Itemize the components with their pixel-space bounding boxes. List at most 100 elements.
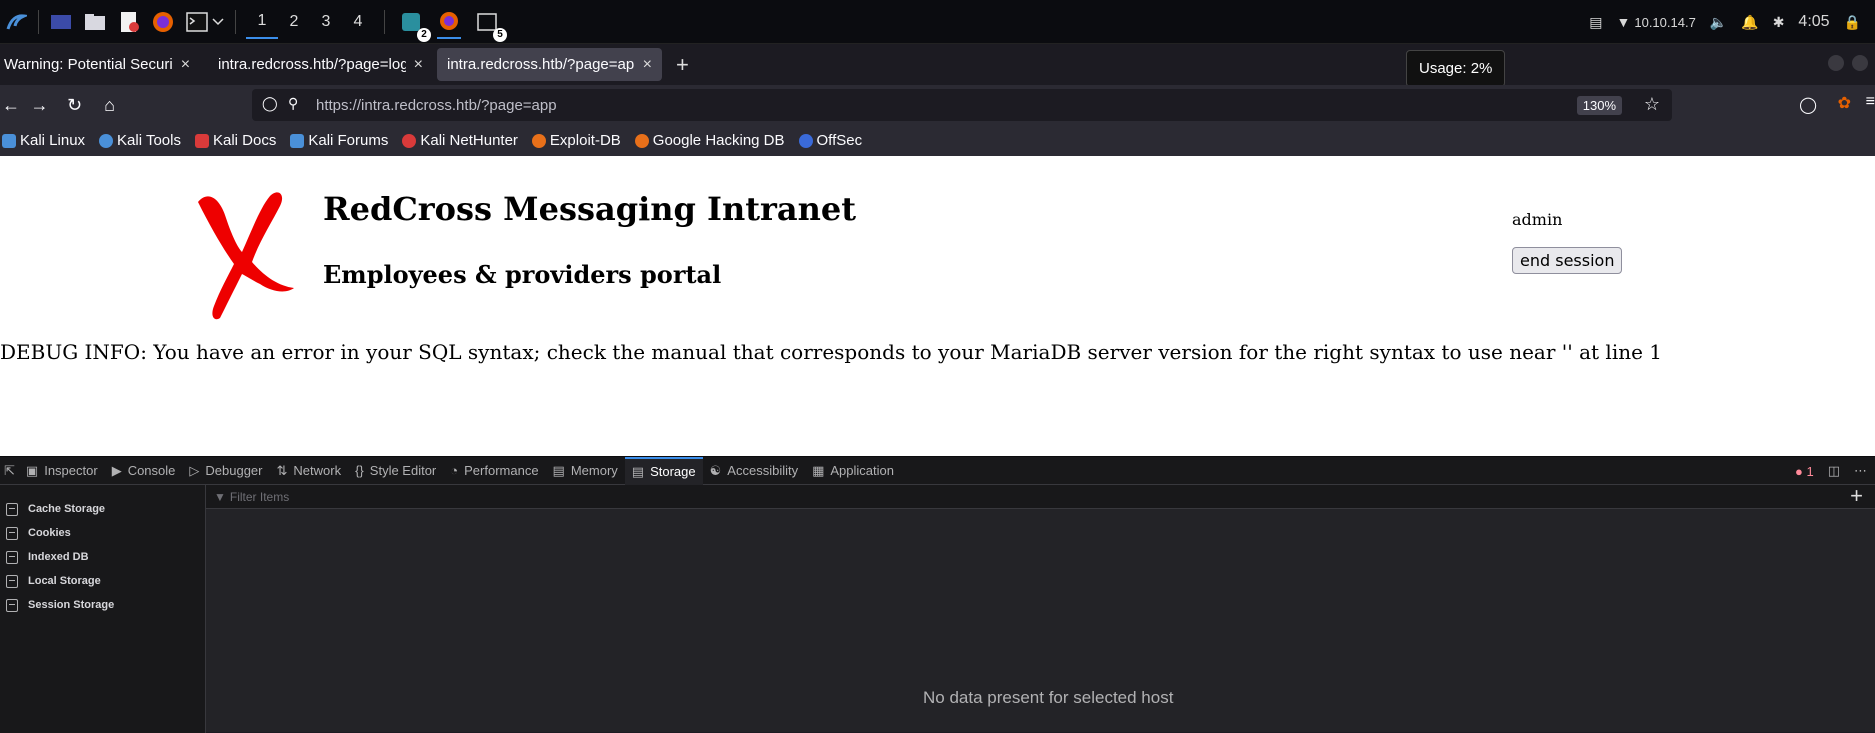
- devtools-panel: ⇱ ▣ Inspector ▶ Console ▷ Debugger ⇅ Net…: [0, 456, 1875, 733]
- storage-icon: [6, 502, 18, 516]
- menu-icon[interactable]: ≡: [1866, 93, 1875, 111]
- pocket-icon[interactable]: ◯: [1799, 95, 1817, 115]
- tab-accessibility[interactable]: ☯ Accessibility: [703, 457, 805, 485]
- tab-performance[interactable]: ◔ Performance: [443, 457, 545, 485]
- tracking-shield-icon[interactable]: ◯: [262, 95, 278, 112]
- workspace-3[interactable]: 3: [310, 5, 342, 39]
- debug-message: DEBUG INFO: You have an error in your SQ…: [0, 340, 1663, 364]
- inspector-icon: ▣: [25, 462, 39, 478]
- bookmark-offsec[interactable]: OffSec: [798, 132, 863, 149]
- clock[interactable]: 4:05: [1798, 13, 1829, 31]
- bookmark-google-hacking-db[interactable]: Google Hacking DB: [634, 132, 785, 149]
- filter-placeholder: Filter Items: [229, 489, 290, 504]
- username: admin: [1512, 210, 1563, 229]
- dock-icon[interactable]: ◫: [1828, 463, 1840, 479]
- more-options-icon[interactable]: ⋯: [1854, 463, 1867, 479]
- forward-arrow-icon[interactable]: →: [22, 95, 57, 116]
- bookmark-kali-linux[interactable]: Kali Linux: [2, 132, 85, 149]
- screen-icon[interactable]: ▤: [1589, 14, 1602, 31]
- sidebar-item-session-storage[interactable]: Session Storage: [0, 593, 205, 617]
- window-list-icon[interactable]: 5: [475, 10, 507, 42]
- tab-network[interactable]: ⇅ Network: [270, 457, 349, 485]
- close-tab-icon[interactable]: ×: [643, 56, 652, 74]
- workspace-2[interactable]: 2: [278, 5, 310, 39]
- browser-tab-bar: Warning: Potential Securi × intra.redcro…: [0, 44, 1875, 85]
- chevron-down-icon[interactable]: [211, 10, 225, 34]
- minimize-window-button[interactable]: [1828, 55, 1844, 71]
- tab-memory[interactable]: ▤ Memory: [546, 457, 625, 485]
- update-icon[interactable]: ✱: [1773, 14, 1785, 31]
- usage-tooltip: Usage: 2%: [1406, 50, 1506, 87]
- notification-bell-icon[interactable]: 🔔: [1741, 14, 1758, 31]
- lock-screen-icon[interactable]: 🔒: [1844, 14, 1861, 31]
- close-tab-icon[interactable]: ×: [414, 56, 423, 74]
- kali-forums-icon: [290, 133, 305, 148]
- extension-icon[interactable]: ✿: [1838, 93, 1851, 113]
- zoom-level[interactable]: 130%: [1576, 96, 1622, 115]
- url-text[interactable]: https://intra.redcross.htb/?page=app: [316, 97, 557, 114]
- tab-style-editor[interactable]: {} Style Editor: [348, 457, 443, 485]
- file-manager-icon[interactable]: [83, 10, 107, 34]
- show-desktop-icon[interactable]: [49, 10, 73, 34]
- bookmark-label: Kali Forums: [308, 132, 389, 149]
- sidebar-item-cookies[interactable]: Cookies: [0, 521, 205, 545]
- storage-icon: [6, 550, 18, 564]
- text-editor-icon[interactable]: [117, 10, 141, 34]
- error-count[interactable]: ● 1: [1795, 464, 1814, 479]
- bookmark-kali-tools[interactable]: Kali Tools: [99, 132, 181, 149]
- sidebar-item-local-storage[interactable]: Local Storage: [0, 569, 205, 593]
- network-lock-icon[interactable]: ▼: [1617, 14, 1631, 30]
- bookmark-kali-forums[interactable]: Kali Forums: [290, 132, 388, 149]
- add-item-button[interactable]: +: [1850, 483, 1863, 509]
- tab-label: Warning: Potential Securi: [4, 56, 173, 73]
- performance-icon: ◔: [450, 463, 459, 478]
- home-icon[interactable]: ⌂: [92, 95, 127, 116]
- tab-app-page[interactable]: intra.redcross.htb/?page=app ×: [437, 48, 662, 81]
- console-icon: ▶: [111, 462, 122, 478]
- sidebar-item-indexed-db[interactable]: Indexed DB: [0, 545, 205, 569]
- filter-items-input[interactable]: ▼ Filter Items: [206, 485, 1875, 509]
- sidebar-item-label: Session Storage: [28, 599, 115, 611]
- memory-icon: ▤: [552, 462, 565, 478]
- navigation-toolbar: ← → ↻ ⌂ ◯ ⚲ https://intra.redcross.htb/?…: [0, 85, 1875, 125]
- tab-security-warning[interactable]: Warning: Potential Securi ×: [0, 48, 208, 81]
- storage-icon: [6, 526, 18, 540]
- tab-storage[interactable]: ▤ Storage: [624, 456, 703, 485]
- element-picker-icon[interactable]: ⇱: [0, 457, 19, 485]
- bookmark-kali-docs[interactable]: Kali Docs: [194, 132, 276, 149]
- bookmark-label: OffSec: [816, 132, 863, 149]
- sidebar-item-cache-storage[interactable]: Cache Storage: [0, 497, 205, 521]
- error-count-value: 1: [1806, 463, 1814, 479]
- reload-icon[interactable]: ↻: [57, 95, 92, 116]
- google-hacking-db-icon: [634, 133, 649, 148]
- back-arrow-icon[interactable]: ←: [0, 95, 22, 116]
- lock-warning-icon[interactable]: ⚲: [288, 95, 298, 112]
- new-tab-button[interactable]: +: [676, 52, 689, 78]
- tab-label: Application: [830, 463, 894, 478]
- taskbar-separator: [235, 9, 236, 34]
- close-window-button[interactable]: [1852, 55, 1868, 71]
- storage-icon: [6, 574, 18, 588]
- bookmark-star-icon[interactable]: ☆: [1644, 94, 1660, 115]
- workspace-4[interactable]: 4: [342, 5, 374, 39]
- sidebar-item-label: Cookies: [28, 527, 71, 539]
- workspace-1[interactable]: 1: [246, 5, 278, 39]
- terminal-window-icon[interactable]: 2: [399, 10, 431, 42]
- kali-menu-icon[interactable]: [4, 10, 28, 34]
- end-session-button[interactable]: end session: [1512, 247, 1623, 274]
- firefox-icon[interactable]: [151, 10, 175, 34]
- tab-debugger[interactable]: ▷ Debugger: [182, 457, 269, 485]
- volume-icon[interactable]: 🔈: [1710, 14, 1727, 31]
- bookmark-exploit-db[interactable]: Exploit-DB: [531, 132, 621, 149]
- firefox-window-icon[interactable]: [437, 5, 461, 39]
- close-tab-icon[interactable]: ×: [181, 56, 190, 74]
- tab-label: Console: [127, 463, 176, 478]
- url-bar[interactable]: ◯ ⚲ https://intra.redcross.htb/?page=app…: [252, 89, 1672, 121]
- tab-inspector[interactable]: ▣ Inspector: [19, 457, 105, 485]
- terminal-icon[interactable]: [185, 10, 209, 34]
- bookmark-kali-nethunter[interactable]: Kali NetHunter: [402, 132, 518, 149]
- tab-console[interactable]: ▶ Console: [105, 457, 183, 485]
- bookmark-label: Kali NetHunter: [420, 132, 518, 149]
- tab-application[interactable]: ▦ Application: [805, 457, 901, 485]
- tab-login-page[interactable]: intra.redcross.htb/?page=log ×: [208, 48, 433, 81]
